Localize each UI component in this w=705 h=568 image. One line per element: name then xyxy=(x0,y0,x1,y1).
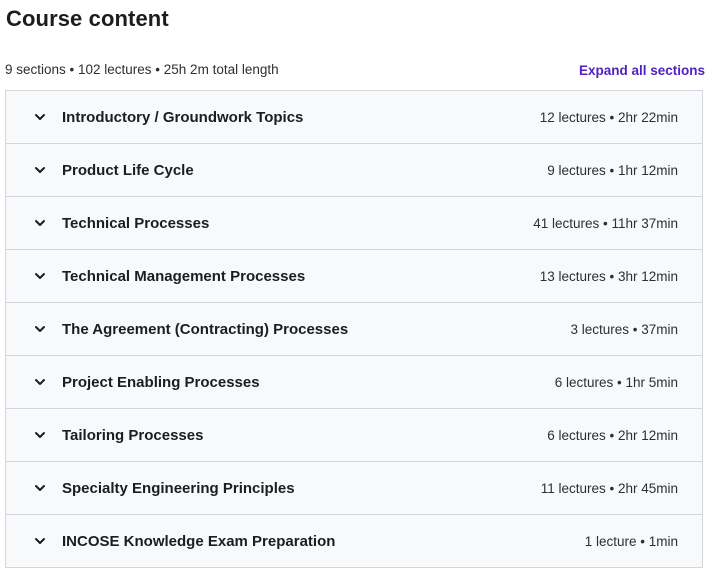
section-meta: 13 lectures • 3hr 12min xyxy=(539,268,678,284)
section-item[interactable]: INCOSE Knowledge Exam Preparation 1 lect… xyxy=(6,515,702,567)
section-meta: 1 lecture • 1min xyxy=(584,533,678,549)
section-title: Technical Management Processes xyxy=(62,267,306,285)
page-title: Course content xyxy=(6,6,169,31)
section-item[interactable]: Technical Processes 41 lectures • 11hr 3… xyxy=(6,197,702,250)
section-meta: 9 lectures • 1hr 12min xyxy=(547,162,678,178)
section-item[interactable]: Project Enabling Processes 6 lectures • … xyxy=(6,356,702,409)
chevron-down-icon xyxy=(33,269,47,283)
section-title: Project Enabling Processes xyxy=(62,373,260,391)
section-meta: 12 lectures • 2hr 22min xyxy=(539,109,678,125)
section-item[interactable]: Product Life Cycle 9 lectures • 1hr 12mi… xyxy=(6,144,702,197)
chevron-down-icon xyxy=(33,216,47,230)
chevron-down-icon xyxy=(33,534,47,548)
section-item[interactable]: The Agreement (Contracting) Processes 3 … xyxy=(6,303,702,356)
section-title: Tailoring Processes xyxy=(62,426,204,444)
section-item[interactable]: Technical Management Processes 13 lectur… xyxy=(6,250,702,303)
section-title: The Agreement (Contracting) Processes xyxy=(62,320,349,338)
section-item[interactable]: Tailoring Processes 6 lectures • 2hr 12m… xyxy=(6,409,702,462)
section-title: Introductory / Groundwork Topics xyxy=(62,108,304,126)
course-content-panel: Course content 9 sections • 102 lectures… xyxy=(0,0,705,568)
chevron-down-icon xyxy=(33,163,47,177)
course-summary: 9 sections • 102 lectures • 25h 2m total… xyxy=(5,62,279,77)
expand-all-sections-button[interactable]: Expand all sections xyxy=(579,61,705,81)
section-list: Introductory / Groundwork Topics 12 lect… xyxy=(5,90,703,568)
section-meta: 6 lectures • 2hr 12min xyxy=(547,427,678,443)
section-meta: 41 lectures • 11hr 37min xyxy=(533,215,678,231)
chevron-down-icon xyxy=(33,322,47,336)
section-meta: 11 lectures • 2hr 45min xyxy=(540,480,678,496)
section-title: Specialty Engineering Principles xyxy=(62,479,295,497)
chevron-down-icon xyxy=(33,481,47,495)
section-title: Technical Processes xyxy=(62,214,210,232)
section-title: Product Life Cycle xyxy=(62,161,194,179)
section-title: INCOSE Knowledge Exam Preparation xyxy=(62,532,336,550)
section-meta: 6 lectures • 1hr 5min xyxy=(554,374,678,390)
chevron-down-icon xyxy=(33,428,47,442)
chevron-down-icon xyxy=(33,375,47,389)
section-item[interactable]: Introductory / Groundwork Topics 12 lect… xyxy=(6,91,702,144)
section-item[interactable]: Specialty Engineering Principles 11 lect… xyxy=(6,462,702,515)
chevron-down-icon xyxy=(33,110,47,124)
section-meta: 3 lectures • 37min xyxy=(570,321,678,337)
